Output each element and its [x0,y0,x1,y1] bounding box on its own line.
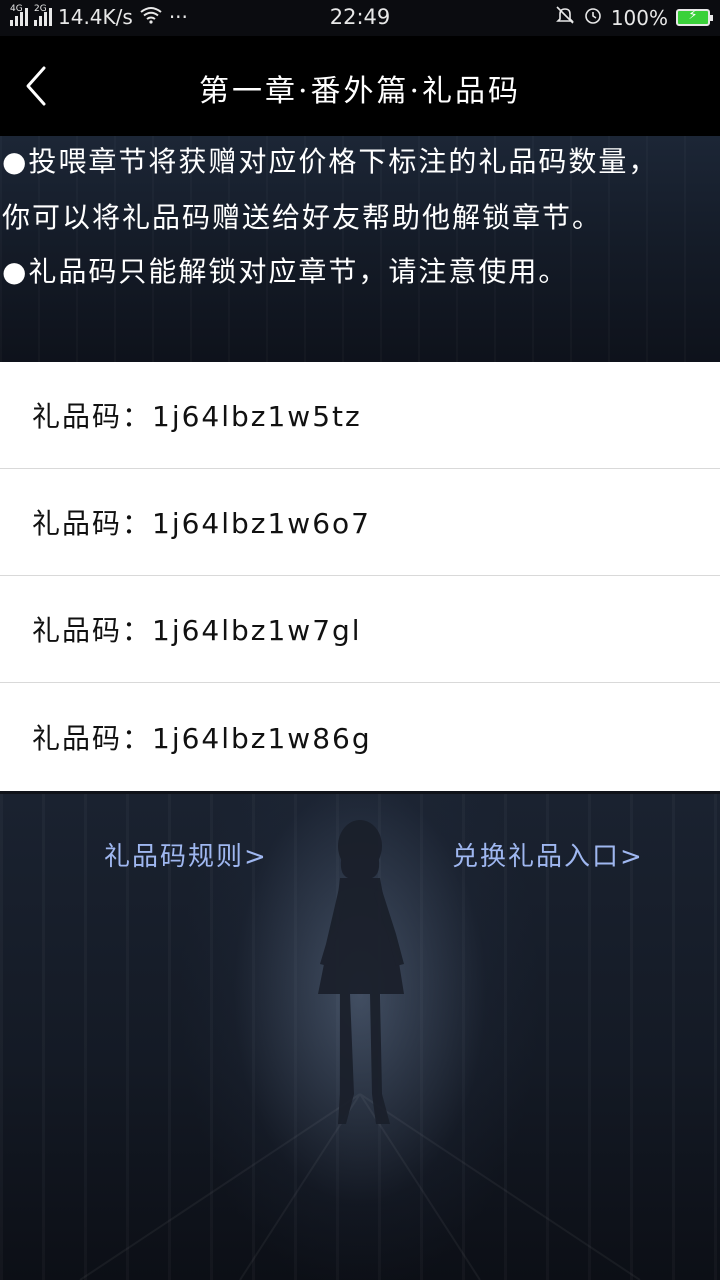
notice-line-1: ●投喂章节将获赠对应价格下标注的礼品码数量， [2,145,659,178]
app-screen: 4G 2G 14.4K/s ··· 22:49 100% ⚡ 第一章·番外篇·礼… [0,0,720,1280]
gift-code-list: 礼品码：1j64lbz1w5tz 礼品码：1j64lbz1w6o7 礼品码：1j… [0,362,720,791]
gift-code-rules-link[interactable]: 礼品码规则> [104,836,268,873]
bottom-illustration-area: 礼品码规则> 兑换礼品入口> [0,794,720,1280]
battery-percent: 100% [610,5,668,30]
notice-line-3: ●礼品码只能解锁对应章节，请注意使用。 [2,255,569,288]
status-bar: 4G 2G 14.4K/s ··· 22:49 100% ⚡ [0,0,720,36]
gift-code-item[interactable]: 礼品码：1j64lbz1w86g [0,683,720,791]
notice-line-2: 你可以将礼品码赠送给好友帮助他解锁章节。 [2,201,603,234]
mute-bell-icon [555,5,575,30]
gift-code-notice: ●投喂章节将获赠对应价格下标注的礼品码数量， 你可以将礼品码赠送给好友帮助他解锁… [0,136,720,362]
gift-code-item[interactable]: 礼品码：1j64lbz1w5tz [0,362,720,469]
alarm-icon [583,5,603,30]
redeem-gift-link[interactable]: 兑换礼品入口> [452,836,644,873]
chevron-left-icon [26,66,46,106]
status-right: 100% ⚡ [555,5,713,30]
gift-code-item[interactable]: 礼品码：1j64lbz1w7gl [0,576,720,683]
top-navigation-bar: 第一章·番外篇·礼品码 [0,36,720,136]
battery-icon: ⚡ [676,8,713,26]
back-button[interactable] [18,64,58,108]
page-title: 第一章·番外篇·礼品码 [198,74,522,109]
gift-code-item[interactable]: 礼品码：1j64lbz1w6o7 [0,469,720,576]
